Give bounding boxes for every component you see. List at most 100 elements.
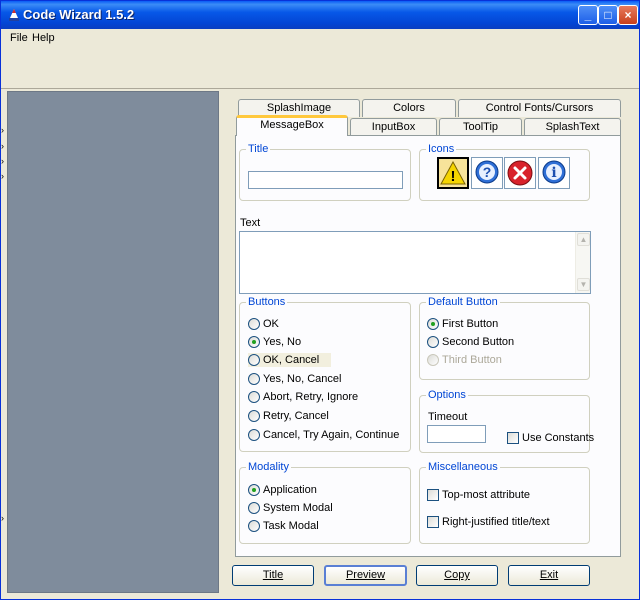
text-input[interactable] <box>239 231 591 294</box>
tab-inputbox[interactable]: InputBox <box>350 118 437 136</box>
text-scrollbar[interactable]: ▲ ▼ <box>575 232 590 293</box>
tab-label: MessageBox <box>260 119 324 131</box>
toolbar-area <box>1 47 639 89</box>
question-icon: ? <box>475 160 499 184</box>
tab-colors[interactable]: Colors <box>362 99 456 117</box>
radio-label: Application <box>263 484 317 496</box>
radio-circle[interactable] <box>248 391 260 403</box>
tab-label: Colors <box>393 102 425 114</box>
title-bar[interactable]: Code Wizard 1.5.2 _ □ × <box>1 1 639 29</box>
radio-circle[interactable] <box>248 484 260 496</box>
timeout-input[interactable] <box>427 425 486 443</box>
title-button[interactable]: Title <box>232 565 314 586</box>
radio-yes-no[interactable]: Yes, No <box>248 335 301 349</box>
maximize-button[interactable]: □ <box>598 5 618 25</box>
title-input[interactable] <box>248 171 403 189</box>
radio-ok-cancel[interactable]: OK, Cancel <box>248 353 331 367</box>
icon-option-question[interactable]: ? <box>471 157 503 189</box>
button-label: Preview <box>345 569 386 581</box>
tab-control-fonts-cursors[interactable]: Control Fonts/Cursors <box>458 99 621 117</box>
right-justified-checkbox[interactable]: Right-justified title/text <box>427 515 550 529</box>
tab-label: SplashImage <box>266 102 332 114</box>
edge-glyph: › <box>1 156 4 166</box>
checkbox-box[interactable] <box>427 489 439 501</box>
tab-messagebox[interactable]: MessageBox <box>236 115 348 136</box>
radio-circle[interactable] <box>427 318 439 330</box>
radio-ok[interactable]: OK <box>248 317 279 331</box>
text-label: Text <box>240 217 261 229</box>
radio-label: System Modal <box>263 502 333 514</box>
miscellaneous-group-label: Miscellaneous <box>426 461 500 473</box>
radio-label: OK, Cancel <box>263 354 320 366</box>
menu-bar: File Help <box>1 29 639 47</box>
button-label: Title <box>262 569 284 581</box>
title-group-label: Title <box>246 143 271 155</box>
radio-circle[interactable] <box>248 410 260 422</box>
radio-circle[interactable] <box>248 336 260 348</box>
scroll-down-icon[interactable]: ▼ <box>577 278 590 291</box>
icon-option-info[interactable]: i <box>538 157 570 189</box>
tab-label: SplashText <box>545 121 600 133</box>
radio-system-modal[interactable]: System Modal <box>248 501 333 515</box>
window-title: Code Wizard 1.5.2 <box>23 7 135 22</box>
radio-task-modal[interactable]: Task Modal <box>248 519 319 533</box>
checkbox-box[interactable] <box>427 516 439 528</box>
use-constants-checkbox[interactable]: Use Constants <box>507 431 594 445</box>
radio-label: Retry, Cancel <box>263 410 329 422</box>
radio-circle[interactable] <box>427 336 439 348</box>
tab-splashtext[interactable]: SplashText <box>524 118 621 136</box>
radio-first-button[interactable]: First Button <box>427 317 498 331</box>
radio-label: First Button <box>442 318 499 330</box>
checkbox-box[interactable] <box>507 432 519 444</box>
svg-text:i: i <box>551 165 556 181</box>
radio-label: OK <box>263 318 279 330</box>
radio-abort-retry-ignore[interactable]: Abort, Retry, Ignore <box>248 390 358 404</box>
scroll-up-icon[interactable]: ▲ <box>577 233 590 246</box>
wizard-app-icon <box>9 9 19 21</box>
radio-circle[interactable] <box>248 373 260 385</box>
radio-circle[interactable] <box>248 502 260 514</box>
radio-yes-no-cancel[interactable]: Yes, No, Cancel <box>248 372 341 386</box>
edge-glyph: › <box>1 171 4 181</box>
tab-tooltip[interactable]: ToolTip <box>439 118 522 136</box>
radio-retry-cancel[interactable]: Retry, Cancel <box>248 409 329 423</box>
radio-label: Yes, No, Cancel <box>263 373 342 385</box>
checkbox-label: Use Constants <box>522 432 595 444</box>
radio-third-button: Third Button <box>427 353 502 367</box>
tab-label: InputBox <box>371 121 416 133</box>
timeout-label: Timeout <box>428 411 468 423</box>
radio-second-button[interactable]: Second Button <box>427 335 514 349</box>
radio-label: Abort, Retry, Ignore <box>263 391 359 403</box>
close-button[interactable]: × <box>618 5 638 25</box>
checkbox-label: Top-most attribute <box>442 489 531 501</box>
radio-circle[interactable] <box>248 429 260 441</box>
topmost-checkbox[interactable]: Top-most attribute <box>427 488 530 502</box>
button-label: Copy <box>444 569 470 581</box>
radio-application[interactable]: Application <box>248 483 317 497</box>
radio-circle[interactable] <box>248 520 260 532</box>
radio-cancel-try-again-continue[interactable]: Cancel, Try Again, Continue <box>248 428 399 442</box>
icon-option-error[interactable] <box>504 157 536 189</box>
info-icon: i <box>542 160 566 184</box>
preview-button[interactable]: Preview <box>324 565 407 586</box>
menu-help[interactable]: Help <box>32 32 55 44</box>
radio-circle[interactable] <box>248 318 260 330</box>
edge-glyph: › <box>1 125 4 135</box>
svg-text:?: ? <box>483 164 492 180</box>
copy-button[interactable]: Copy <box>416 565 498 586</box>
button-label: Exit <box>539 569 559 581</box>
icon-option-warning[interactable]: ! <box>437 157 469 189</box>
radio-circle[interactable] <box>248 354 260 366</box>
modality-group-label: Modality <box>246 461 291 473</box>
default-button-group-label: Default Button <box>426 296 500 308</box>
checkbox-label: Right-justified title/text <box>442 516 550 528</box>
close-icon: × <box>624 8 632 22</box>
minimize-button[interactable]: _ <box>578 5 598 25</box>
tab-label: ToolTip <box>462 121 499 133</box>
edge-glyph: › <box>1 141 4 151</box>
menu-file[interactable]: File <box>10 32 28 44</box>
radio-label: Yes, No <box>263 336 302 348</box>
miscellaneous-group: Miscellaneous <box>419 461 590 544</box>
options-group-label: Options <box>426 389 468 401</box>
exit-button[interactable]: Exit <box>508 565 590 586</box>
